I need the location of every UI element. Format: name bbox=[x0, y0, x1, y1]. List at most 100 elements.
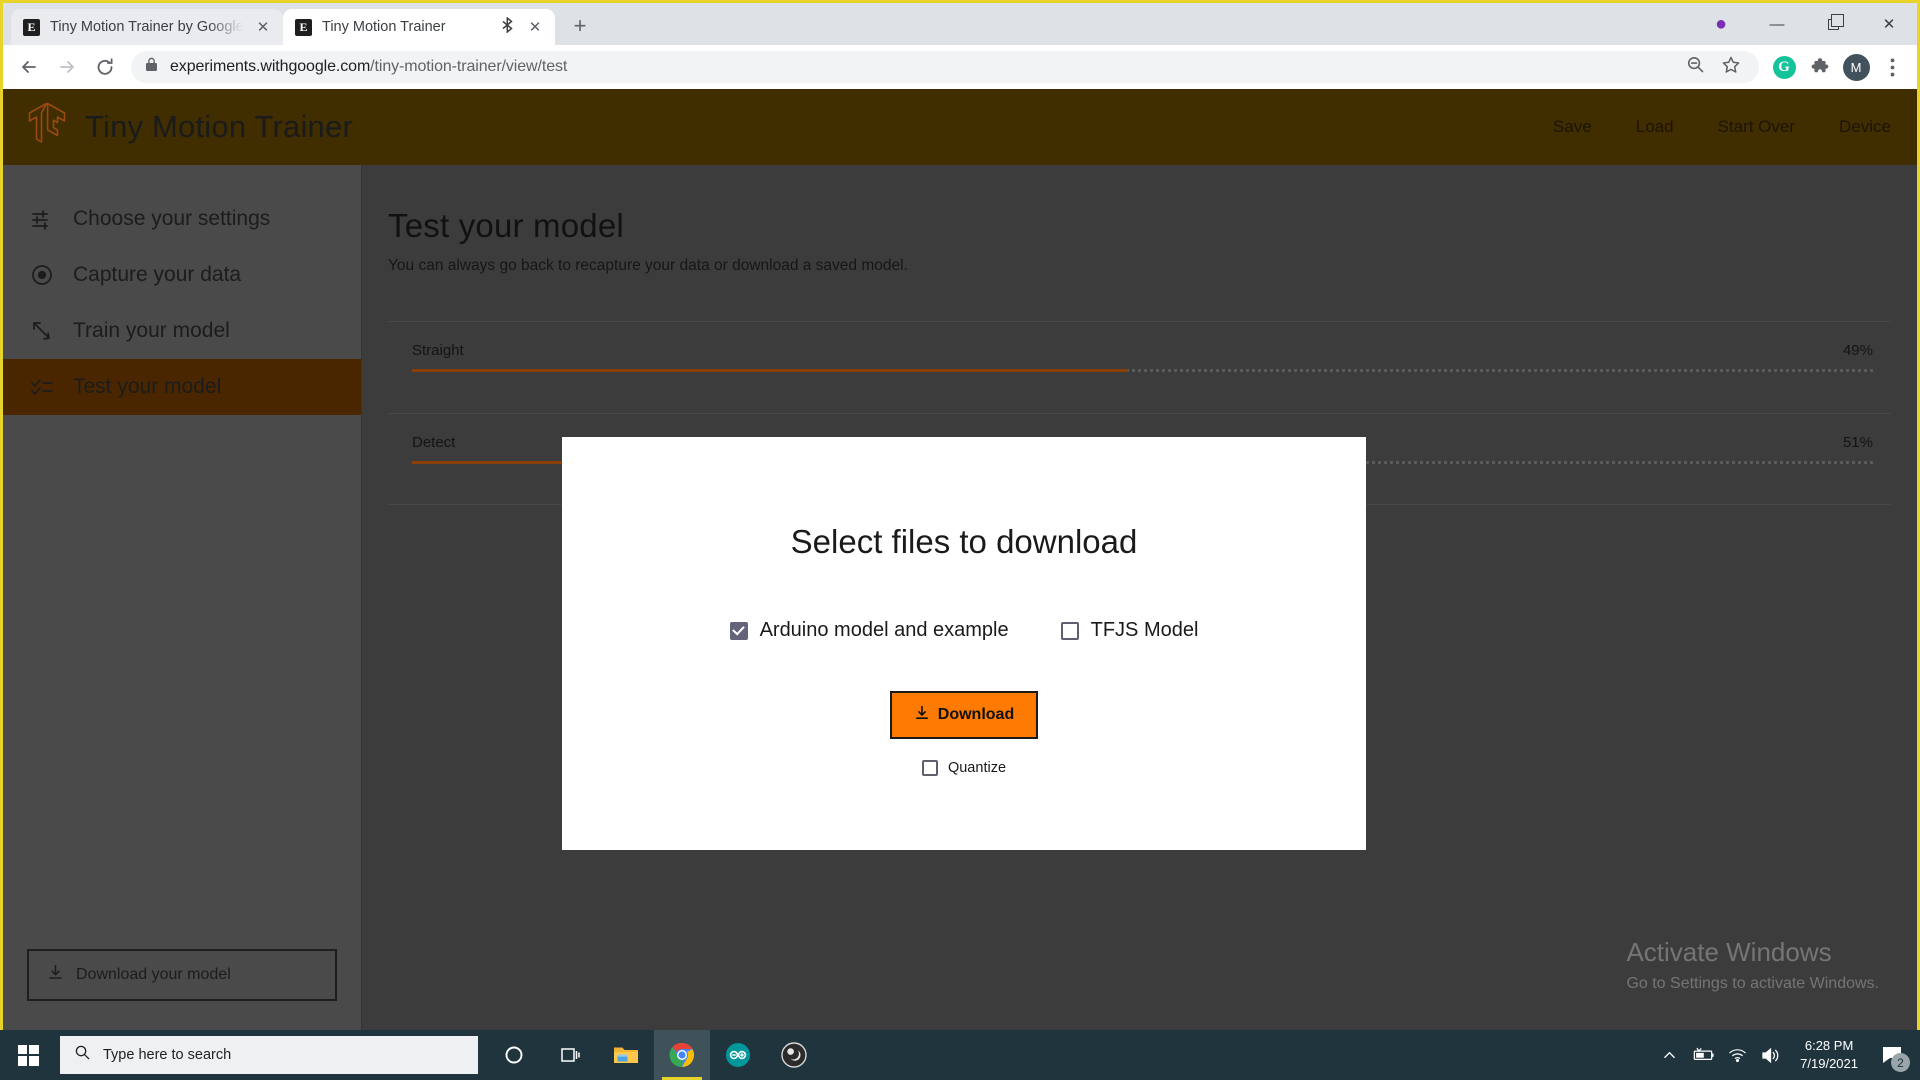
bluetooth-icon bbox=[499, 16, 515, 37]
record-icon bbox=[29, 262, 55, 288]
system-tray: 6:28 PM 7/19/2021 2 bbox=[1652, 1030, 1920, 1080]
prediction-track bbox=[412, 369, 1873, 372]
back-icon[interactable] bbox=[11, 49, 47, 85]
grammarly-extension-icon[interactable]: G bbox=[1767, 50, 1801, 84]
checkbox-tfjs-model[interactable]: TFJS Model bbox=[1060, 619, 1199, 642]
search-placeholder: Type here to search bbox=[103, 1047, 232, 1063]
extensions-puzzle-icon[interactable] bbox=[1803, 50, 1837, 84]
tab-title: Tiny Motion Trainer by Google C bbox=[50, 19, 243, 35]
checklist-icon bbox=[29, 374, 55, 400]
page-subtitle: You can always go back to recapture your… bbox=[388, 257, 908, 274]
nav-start-over[interactable]: Start Over bbox=[1718, 117, 1795, 137]
window-controls: ● — ✕ bbox=[1693, 3, 1917, 45]
experiments-favicon: E bbox=[23, 18, 40, 36]
checkbox-input[interactable] bbox=[921, 760, 938, 776]
sidebar: Choose your settings Capture your data T… bbox=[3, 165, 361, 1033]
sidebar-item-train-model[interactable]: Train your model bbox=[3, 303, 361, 359]
battery-charging-icon[interactable] bbox=[1686, 1030, 1720, 1080]
close-button[interactable]: ✕ bbox=[1861, 3, 1917, 45]
show-hidden-icons-chevron-icon[interactable] bbox=[1652, 1030, 1686, 1080]
sidebar-item-capture-data[interactable]: Capture your data bbox=[3, 247, 361, 303]
checkbox-label: Quantize bbox=[947, 760, 1007, 776]
checkbox-arduino-model[interactable]: Arduino model and example bbox=[729, 619, 1009, 642]
checkbox-input[interactable] bbox=[1060, 621, 1079, 640]
avatar-letter: M bbox=[1842, 53, 1870, 81]
download-icon bbox=[914, 705, 930, 726]
profile-status-icon[interactable]: ● bbox=[1693, 3, 1749, 45]
download-files-modal: Select files to download Arduino model a… bbox=[562, 437, 1366, 850]
tensorflow-logo-icon bbox=[27, 102, 67, 152]
address-bar[interactable]: experiments.withgoogle.com/tiny-motion-t… bbox=[131, 51, 1759, 83]
modal-checkbox-group: Arduino model and example TFJS Model bbox=[729, 619, 1199, 642]
experiments-favicon: E bbox=[295, 18, 312, 36]
arduino-ide-icon[interactable] bbox=[710, 1030, 766, 1080]
bookmark-star-icon[interactable] bbox=[1721, 55, 1741, 80]
action-center-icon[interactable]: 2 bbox=[1870, 1030, 1914, 1080]
restore-button[interactable] bbox=[1805, 3, 1861, 45]
taskbar-search-box[interactable]: Type here to search bbox=[60, 1036, 478, 1074]
train-icon bbox=[29, 318, 55, 344]
volume-icon[interactable] bbox=[1754, 1030, 1788, 1080]
clock-date: 7/19/2021 bbox=[1800, 1056, 1858, 1071]
modal-title: Select files to download bbox=[790, 523, 1138, 560]
windows-logo-icon bbox=[17, 1044, 39, 1066]
cortana-icon[interactable] bbox=[486, 1030, 542, 1080]
minimize-button[interactable]: — bbox=[1749, 3, 1805, 45]
notification-badge: 2 bbox=[1891, 1053, 1910, 1072]
lock-icon bbox=[145, 57, 158, 77]
search-icon bbox=[74, 1044, 91, 1066]
chrome-browser-window: E Tiny Motion Trainer by Google C ✕ E Ti… bbox=[0, 0, 1920, 1033]
zoom-out-icon[interactable] bbox=[1686, 55, 1705, 79]
url-domain: experiments.withgoogle.com bbox=[170, 58, 371, 75]
download-your-model-button[interactable]: Download your model bbox=[27, 949, 337, 1001]
tab-close-icon[interactable]: ✕ bbox=[525, 17, 545, 37]
sidebar-item-test-model[interactable]: Test your model bbox=[3, 359, 361, 415]
screen: E Tiny Motion Trainer by Google C ✕ E Ti… bbox=[0, 0, 1920, 1080]
prediction-percent: 49% bbox=[1842, 342, 1873, 359]
sidebar-item-label: Capture your data bbox=[73, 263, 242, 286]
checkbox-quantize[interactable]: Quantize bbox=[921, 760, 1007, 776]
checkbox-label: TFJS Model bbox=[1090, 619, 1199, 641]
watermark-subtitle: Go to Settings to activate Windows. bbox=[1626, 975, 1879, 992]
sidebar-item-choose-settings[interactable]: Choose your settings bbox=[3, 191, 361, 247]
download-icon bbox=[47, 964, 64, 986]
app-title: Tiny Motion Trainer bbox=[85, 109, 353, 144]
reload-icon[interactable] bbox=[87, 49, 123, 85]
download-your-model-label: Download your model bbox=[76, 966, 231, 983]
activate-windows-watermark: Activate Windows Go to Settings to activ… bbox=[1626, 937, 1879, 993]
checkbox-input[interactable] bbox=[729, 621, 748, 640]
checkbox-label: Arduino model and example bbox=[759, 619, 1009, 641]
browser-tab-2[interactable]: E Tiny Motion Trainer ✕ bbox=[283, 9, 555, 45]
new-tab-button[interactable]: + bbox=[563, 9, 597, 43]
forward-icon[interactable] bbox=[49, 49, 85, 85]
browser-toolbar: experiments.withgoogle.com/tiny-motion-t… bbox=[3, 45, 1917, 89]
start-button[interactable] bbox=[0, 1030, 56, 1080]
download-button[interactable]: Download bbox=[890, 691, 1038, 739]
nav-load[interactable]: Load bbox=[1636, 117, 1674, 137]
tab-title: Tiny Motion Trainer bbox=[322, 19, 446, 35]
nav-device[interactable]: Device bbox=[1839, 117, 1891, 137]
prediction-label: Detect bbox=[412, 434, 456, 451]
prediction-row: Straight 49% bbox=[388, 321, 1891, 413]
nav-save[interactable]: Save bbox=[1553, 117, 1592, 137]
page-title: Test your model bbox=[388, 207, 624, 244]
sidebar-item-label: Train your model bbox=[73, 319, 230, 342]
prediction-percent: 51% bbox=[1842, 434, 1873, 451]
wifi-icon[interactable] bbox=[1720, 1030, 1754, 1080]
tab-strip: E Tiny Motion Trainer by Google C ✕ E Ti… bbox=[3, 3, 1917, 45]
file-explorer-icon[interactable] bbox=[598, 1030, 654, 1080]
chrome-menu-icon[interactable] bbox=[1875, 50, 1909, 84]
task-view-icon[interactable] bbox=[542, 1030, 598, 1080]
app-header-nav: Save Load Start Over Device bbox=[1553, 117, 1891, 137]
taskbar-clock[interactable]: 6:28 PM 7/19/2021 bbox=[1788, 1037, 1870, 1073]
chrome-taskbar-icon[interactable] bbox=[654, 1030, 710, 1080]
tab-close-icon[interactable]: ✕ bbox=[253, 17, 273, 37]
sidebar-item-label: Choose your settings bbox=[73, 207, 271, 230]
browser-tab-1[interactable]: E Tiny Motion Trainer by Google C ✕ bbox=[11, 9, 283, 45]
grammarly-letter: G bbox=[1772, 55, 1796, 79]
url-text: experiments.withgoogle.com/tiny-motion-t… bbox=[170, 58, 567, 76]
profile-avatar[interactable]: M bbox=[1839, 50, 1873, 84]
obs-studio-icon[interactable] bbox=[766, 1030, 822, 1080]
watermark-title: Activate Windows bbox=[1626, 937, 1832, 967]
url-path: /tiny-motion-trainer/view/test bbox=[370, 58, 568, 75]
